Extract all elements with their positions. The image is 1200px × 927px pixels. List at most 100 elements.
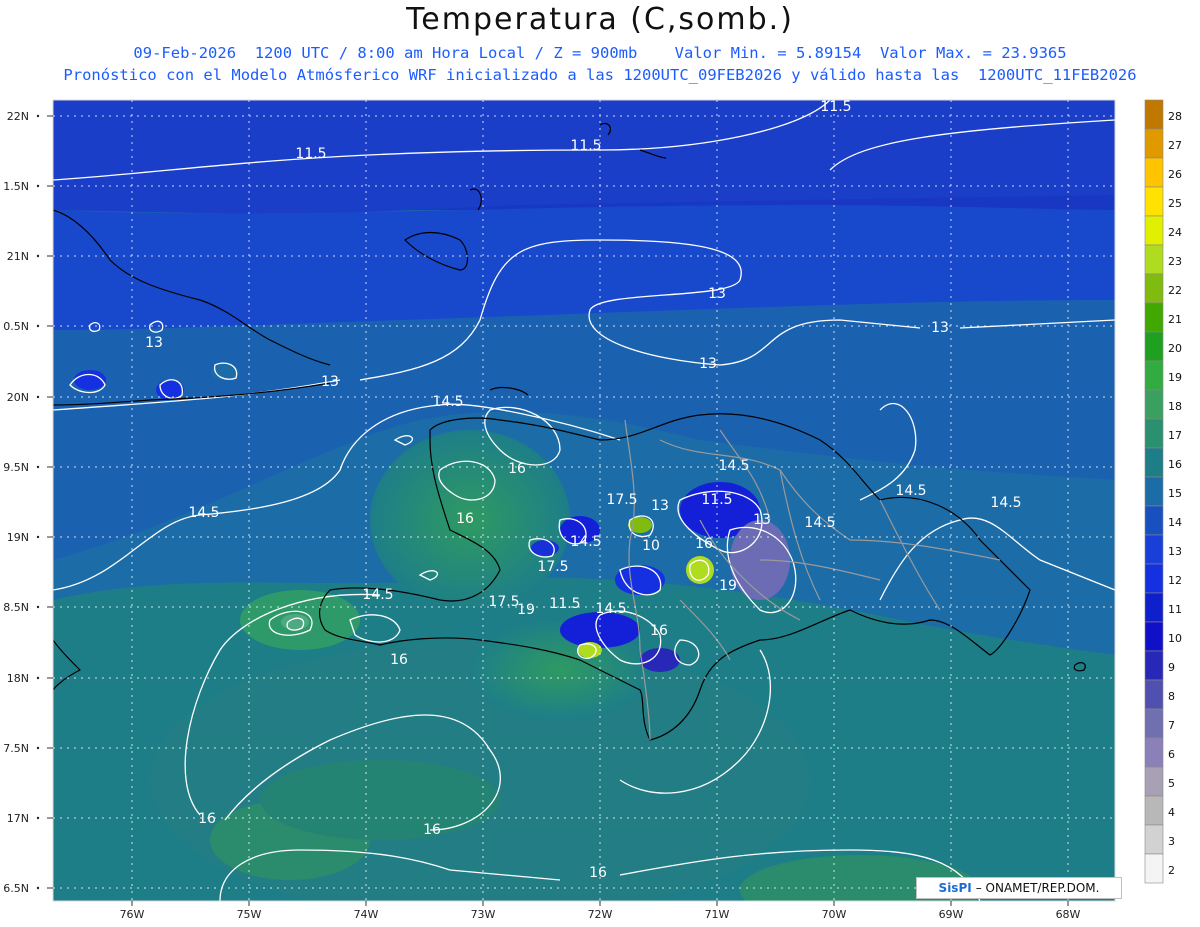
colorbar-label: 2 (1168, 864, 1175, 877)
contour-label: 14.5 (595, 601, 626, 617)
latitude-axis: 22N 1.5N 21N 0.5N 20N 9.5N 19N 8.5N 18N 7.5N 17N 6.… (3, 110, 53, 895)
lat-tick-marker (36, 816, 40, 820)
colorbar-swatch (1144, 708, 1164, 739)
lon-tick-label: 74W (354, 908, 379, 921)
colorbar-label: 9 (1168, 661, 1175, 674)
contour-label: 13 (753, 512, 771, 528)
colorbar-label: 5 (1168, 777, 1175, 790)
lat-tick-marker (36, 676, 40, 680)
colorbar-label: 3 (1168, 835, 1175, 848)
lat-tick-label: 19N (7, 531, 29, 544)
colorbar-label: 13 (1168, 545, 1182, 558)
colorbar-label: 14 (1168, 516, 1182, 529)
colorbar-swatch (1144, 128, 1164, 159)
colorbar-swatch (1144, 331, 1164, 362)
colorbar-label: 18 (1168, 400, 1182, 413)
lat-tick-label: 20N (7, 391, 29, 404)
contour-label: 13 (931, 320, 949, 336)
contour-label: 16 (390, 652, 408, 668)
contour-label: 16 (456, 511, 474, 527)
colorbar-swatch (1144, 273, 1164, 304)
colorbar-label: 11 (1168, 603, 1182, 616)
lat-tick-marker (36, 254, 40, 258)
colorbar-label: 24 (1168, 226, 1182, 239)
contour-label: 13 (708, 286, 726, 302)
longitude-axis: 76W 75W 74W 73W 72W 71W 70W 69W 68W (120, 901, 1081, 921)
lat-tick-marker (36, 535, 40, 539)
lon-tick-label: 71W (705, 908, 730, 921)
lat-tick-marker (36, 324, 40, 328)
colorbar-swatch (1144, 534, 1164, 565)
sispi-logo: SisPI (938, 881, 972, 895)
colorbar-label: 8 (1168, 690, 1175, 703)
colorbar-label: 17 (1168, 429, 1182, 442)
contour-label: 11.5 (570, 138, 601, 154)
contour-label: 14.5 (895, 483, 926, 499)
colorbar-label: 23 (1168, 255, 1182, 268)
colorbar-swatch (1144, 650, 1164, 681)
colorbar-swatch (1144, 824, 1164, 855)
lon-tick-label: 70W (822, 908, 847, 921)
colorbar-swatch (1144, 302, 1164, 333)
colorbar-swatch (1144, 99, 1164, 130)
contour-label: 13 (145, 335, 163, 351)
contour-label: 16 (198, 811, 216, 827)
lon-tick-label: 75W (237, 908, 262, 921)
credit-box: SisPI – ONAMET/REP.DOM. (916, 877, 1122, 899)
colorbar-label: 22 (1168, 284, 1182, 297)
credit-text: – ONAMET/REP.DOM. (975, 881, 1100, 895)
colorbar-swatch (1144, 447, 1164, 478)
contour-label: 17.5 (488, 594, 519, 610)
colorbar-swatch (1144, 737, 1164, 768)
colorbar-label: 15 (1168, 487, 1182, 500)
colorbar-label: 12 (1168, 574, 1182, 587)
colorbar-label: 19 (1168, 371, 1182, 384)
colorbar-swatch (1144, 795, 1164, 826)
lon-tick-label: 72W (588, 908, 613, 921)
contour-label: 16 (650, 623, 668, 639)
colorbar-swatch (1144, 766, 1164, 797)
lat-tick-label: 18N (7, 672, 29, 685)
contour-label: 13 (651, 498, 669, 514)
contour-label: 14.5 (432, 394, 463, 410)
lat-tick-label: 1.5N (3, 180, 29, 193)
colorbar-swatch (1144, 505, 1164, 536)
contour-label: 19 (719, 578, 737, 594)
colorbar-label: 25 (1168, 197, 1182, 210)
lon-tick-label: 76W (120, 908, 145, 921)
lat-tick-label: 8.5N (3, 601, 29, 614)
color-scale-bar: 2827262524232221201918171615141312111098… (1144, 99, 1182, 884)
contour-label: 11.5 (549, 596, 580, 612)
colorbar-label: 7 (1168, 719, 1175, 732)
lat-tick-label: 6.5N (3, 882, 29, 895)
colorbar-swatch (1144, 244, 1164, 275)
contour-label: 13 (699, 356, 717, 372)
contour-label: 11.5 (701, 492, 732, 508)
colorbar-swatch (1144, 389, 1164, 420)
colorbar-label: 28 (1168, 110, 1182, 123)
contour-label: 14.5 (570, 534, 601, 550)
lon-tick-label: 69W (939, 908, 964, 921)
contour-label: 14.5 (990, 495, 1021, 511)
lat-tick-marker (36, 746, 40, 750)
contour-label: 19 (517, 602, 535, 618)
contour-label: 14.5 (362, 587, 393, 603)
colorbar-swatch (1144, 679, 1164, 710)
colorbar-swatch (1144, 186, 1164, 217)
colorbar-label: 27 (1168, 139, 1182, 152)
contour-label: 16 (423, 822, 441, 838)
contour-label: 16 (508, 461, 526, 477)
colorbar-label: 21 (1168, 313, 1182, 326)
contour-label: 14.5 (804, 515, 835, 531)
contour-label: 11.5 (295, 146, 326, 162)
colorbar-swatch (1144, 592, 1164, 623)
colorbar-swatch (1144, 621, 1164, 652)
contour-label: 13 (321, 374, 339, 390)
contour-label: 14.5 (188, 505, 219, 521)
contour-label: 17.5 (606, 492, 637, 508)
lat-tick-marker (36, 886, 40, 890)
lat-tick-label: 0.5N (3, 320, 29, 333)
colorbar-swatch (1144, 563, 1164, 594)
lat-tick-label: 17N (7, 812, 29, 825)
colorbar-label: 16 (1168, 458, 1182, 471)
